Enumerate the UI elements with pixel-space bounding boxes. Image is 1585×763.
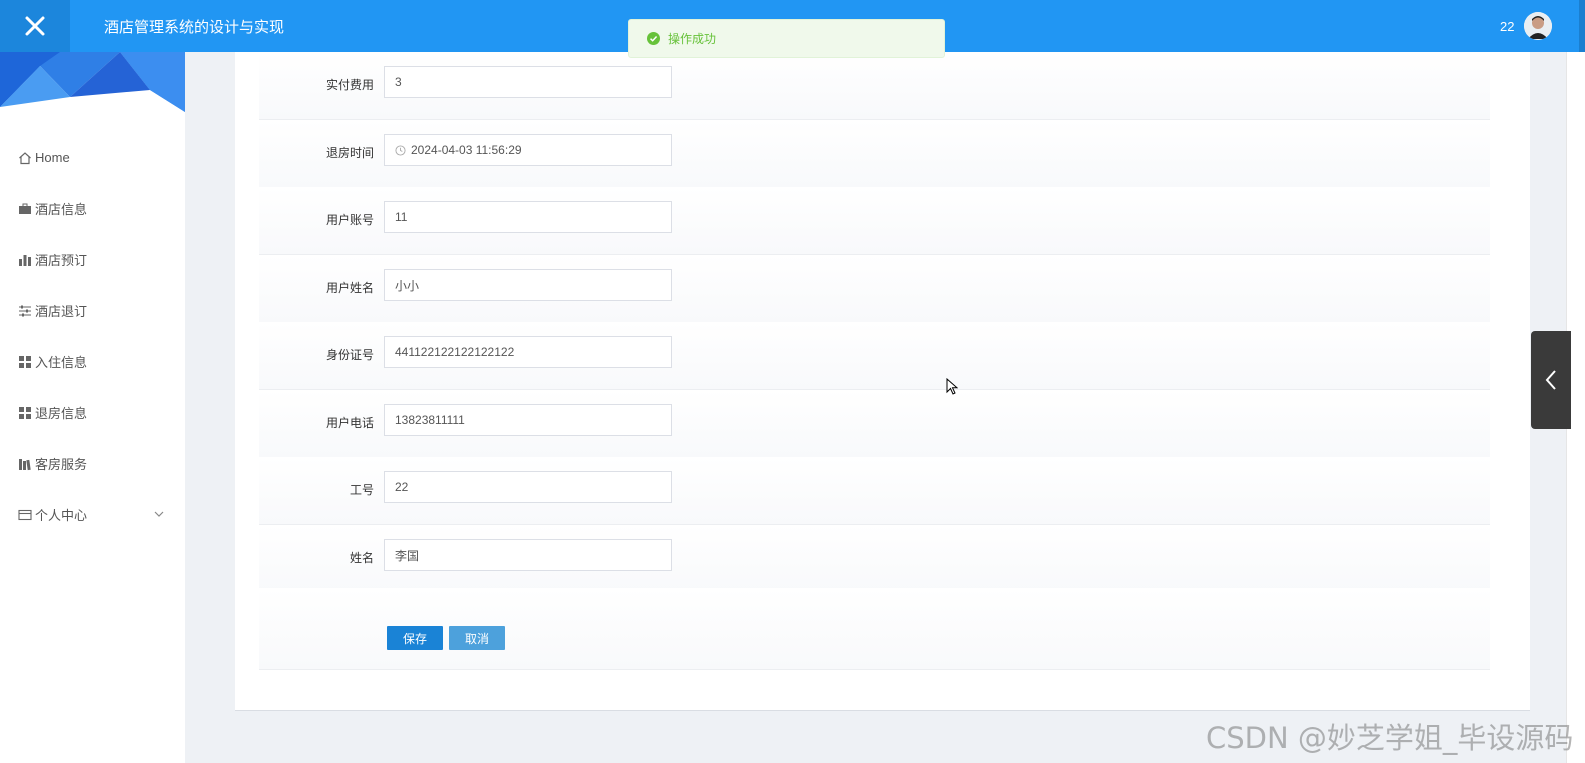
sidebar-item-label: 酒店信息: [35, 202, 88, 217]
chevron-down-icon: [154, 511, 164, 517]
user-name[interactable]: 22: [1500, 19, 1514, 34]
sidebar-item-label: 入住信息: [35, 355, 88, 370]
checkout-time-input[interactable]: 2024-04-03 11:56:29: [384, 134, 672, 166]
header-edge: [1579, 0, 1585, 52]
chevron-left-icon: [1545, 370, 1556, 390]
close-icon: [25, 16, 45, 36]
id-number-label: 身份证号: [325, 348, 374, 362]
sidebar-item-hotel-info[interactable]: 酒店信息: [0, 183, 185, 234]
sidebar-item-checkin-info[interactable]: 入住信息: [0, 336, 185, 387]
sidebar-item-label: 酒店退订: [35, 304, 88, 319]
paid-amount-input[interactable]: 3: [384, 66, 672, 98]
sidebar-item-personal-center[interactable]: 个人中心: [0, 489, 185, 540]
avatar[interactable]: [1524, 12, 1552, 40]
check-circle-icon: [647, 32, 660, 45]
sidebar-item-label: 个人中心: [35, 508, 88, 523]
form-row-user-account: 用户账号 11: [259, 187, 1490, 255]
user-phone-input[interactable]: 13823811111: [384, 404, 672, 436]
paid-amount-label: 实付费用: [325, 78, 374, 92]
sidebar-item-label: 酒店预订: [35, 253, 88, 268]
toast-message: 操作成功: [668, 32, 717, 46]
sidebar-item-label: 客房服务: [35, 457, 88, 472]
sidebar-item-label: 退房信息: [35, 406, 88, 421]
briefcase-icon: [18, 202, 32, 216]
staff-id-input[interactable]: 22: [384, 471, 672, 503]
form-actions: 保存 取消: [259, 588, 1490, 670]
user-name-input[interactable]: 小小: [384, 269, 672, 301]
form-row-paid-amount: 实付费用 3: [259, 52, 1490, 120]
form-row-id-number: 身份证号 441122122122122122: [259, 322, 1490, 390]
grid-icon: [18, 355, 32, 369]
watermark: CSDN @妙芝学姐_毕设源码: [1206, 721, 1574, 755]
clock-icon: [395, 144, 406, 156]
mouse-cursor-icon: [946, 378, 958, 395]
user-phone-label: 用户电话: [325, 416, 374, 430]
form-row-user-phone: 用户电话 13823811111: [259, 390, 1490, 458]
user-account-input[interactable]: 11: [384, 201, 672, 233]
home-icon: [18, 151, 32, 165]
sidebar-item-checkout-info[interactable]: 退房信息: [0, 387, 185, 438]
checkout-time-label: 退房时间: [325, 146, 374, 160]
edit-form-card: 实付费用 3 退房时间 2024-04-03 11:56:29 用户账号 11 …: [235, 52, 1530, 711]
sidebar-item-room-service[interactable]: 客房服务: [0, 438, 185, 489]
checkout-time-value: 2024-04-03 11:56:29: [411, 143, 522, 157]
form-row-checkout-time: 退房时间 2024-04-03 11:56:29: [259, 120, 1490, 188]
user-name-label: 用户姓名: [325, 281, 374, 295]
sliders-icon: [18, 304, 32, 318]
card-icon: [18, 508, 32, 522]
bar-chart-icon: [18, 253, 32, 267]
books-icon: [18, 457, 32, 471]
form-row-staff-name: 姓名 李国: [259, 525, 1490, 593]
success-toast: 操作成功: [628, 19, 945, 58]
sidebar-item-label: Home: [35, 150, 70, 165]
user-account-label: 用户账号: [325, 213, 374, 227]
sidebar-item-hotel-booking[interactable]: 酒店预订: [0, 234, 185, 285]
app-title: 酒店管理系统的设计与实现: [104, 19, 285, 36]
staff-id-label: 工号: [349, 483, 374, 497]
grid-icon: [18, 406, 32, 420]
sidebar-item-hotel-cancel[interactable]: 酒店退订: [0, 285, 185, 336]
staff-name-label: 姓名: [349, 551, 374, 565]
side-panel-toggle[interactable]: [1531, 331, 1571, 429]
side-menu: Home 酒店信息 酒店预订 酒店退订 入住信息 退房信息 客房服务 个人中心: [0, 132, 185, 540]
sidebar-item-home[interactable]: Home: [0, 132, 185, 183]
cancel-button[interactable]: 取消: [449, 626, 505, 650]
staff-name-input[interactable]: 李国: [384, 539, 672, 571]
form-row-user-name: 用户姓名 小小: [259, 255, 1490, 323]
id-number-input[interactable]: 441122122122122122: [384, 336, 672, 368]
form-row-staff-id: 工号 22: [259, 457, 1490, 525]
sidebar: Home 酒店信息 酒店预订 酒店退订 入住信息 退房信息 客房服务 个人中心: [0, 52, 185, 763]
close-menu-button[interactable]: [0, 0, 70, 52]
save-button[interactable]: 保存: [387, 626, 443, 650]
sidebar-banner: [0, 52, 185, 112]
